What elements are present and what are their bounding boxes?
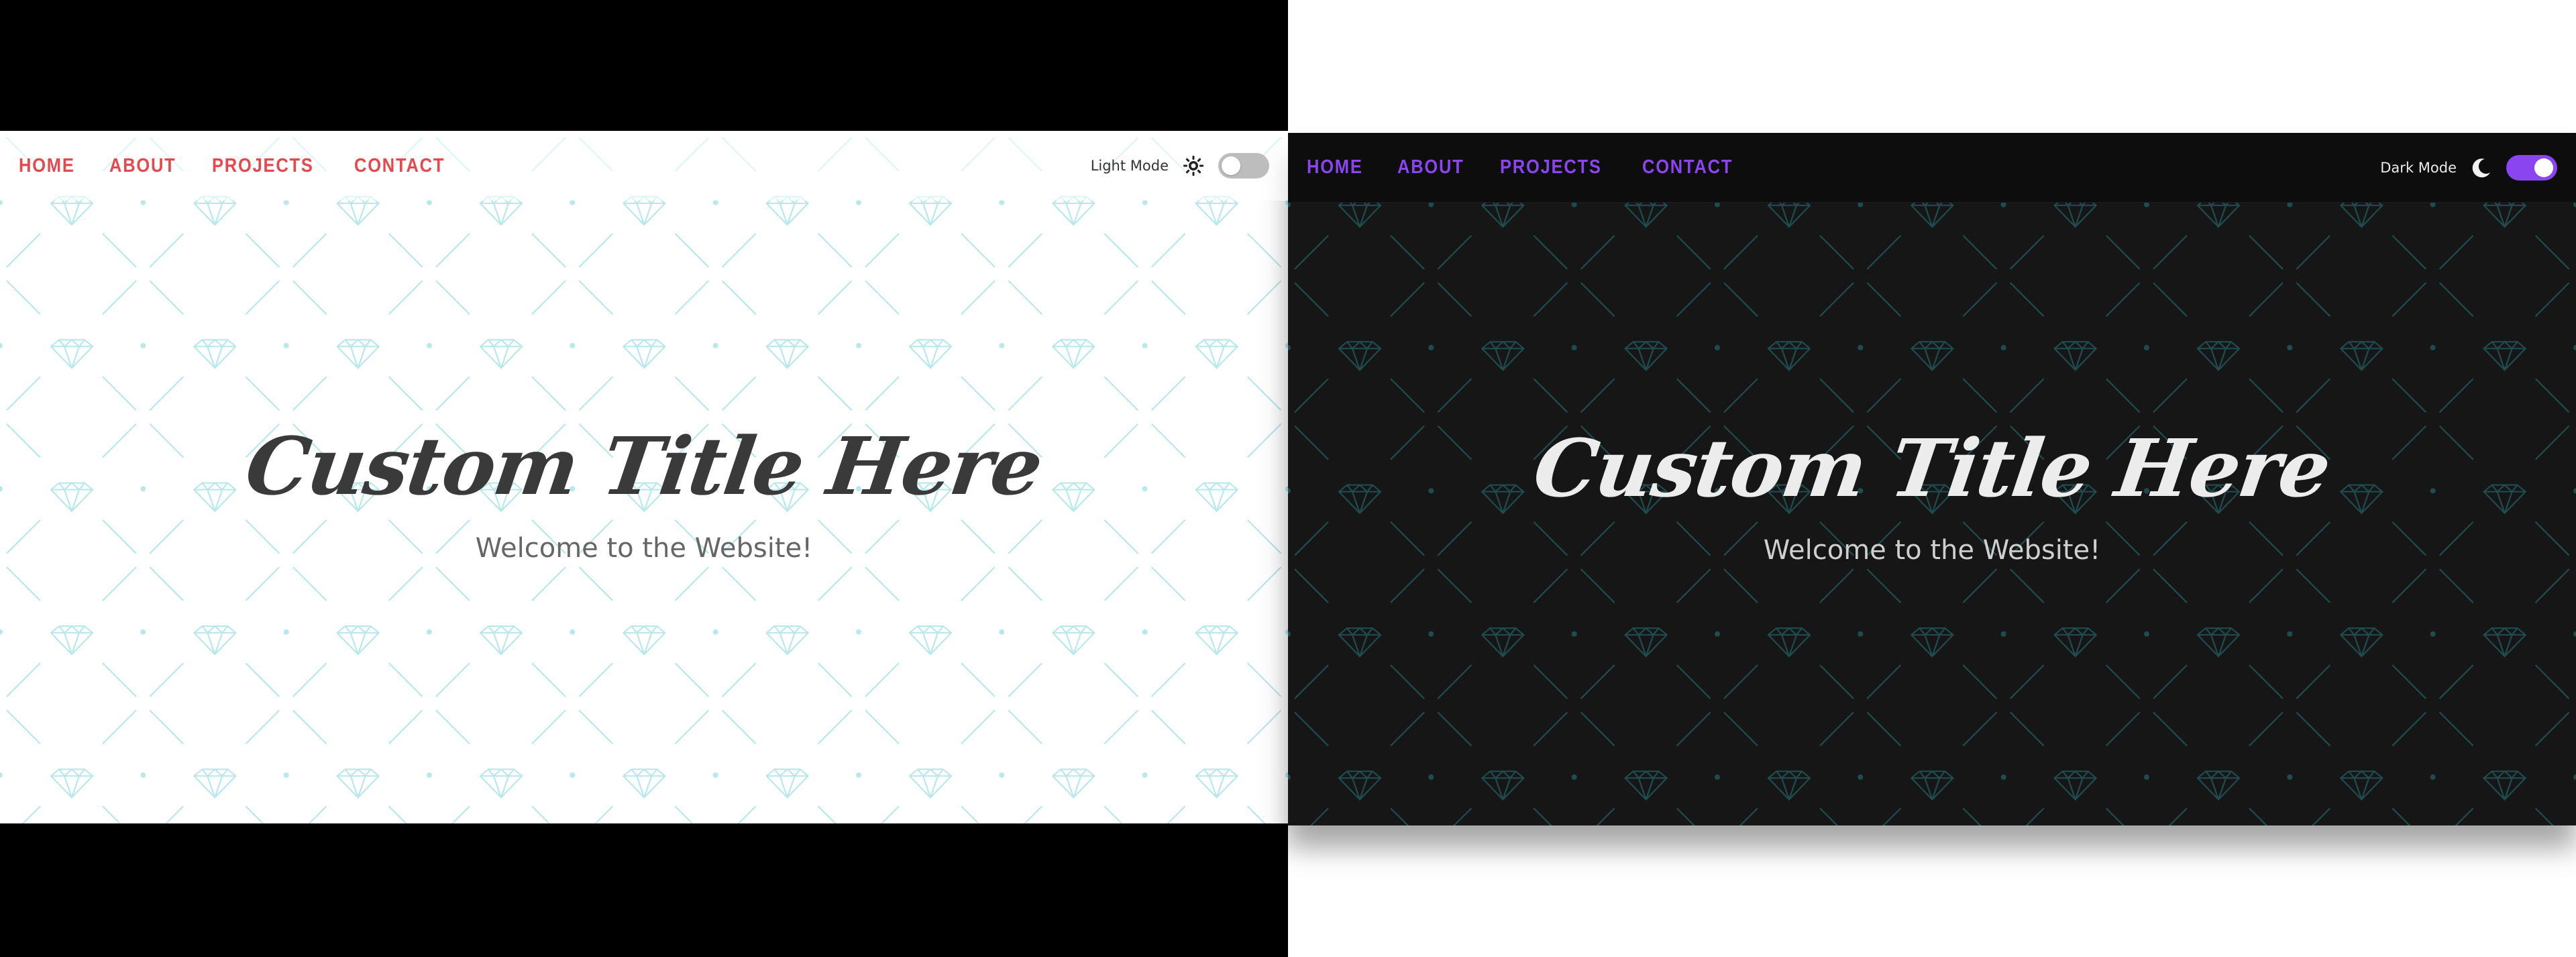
- theme-switcher: Light Mode: [1091, 153, 1269, 179]
- light-mode-screenshot: HOME ABOUT PROJECTS CONTACT Light Mode C…: [0, 131, 1288, 823]
- toggle-knob: [1222, 156, 1240, 175]
- navbar: HOME ABOUT PROJECTS CONTACT Dark Mode: [1288, 133, 2576, 203]
- nav-link-contact[interactable]: CONTACT: [1642, 156, 1733, 179]
- sun-icon: [1182, 154, 1205, 177]
- nav-links: HOME ABOUT PROJECTS CONTACT: [1307, 156, 1746, 179]
- nav-link-about[interactable]: ABOUT: [1397, 156, 1464, 179]
- hero: Custom Title Here Welcome to the Website…: [1288, 133, 2576, 825]
- moon-icon: [2470, 156, 2493, 179]
- theme-toggle[interactable]: [1218, 153, 1269, 179]
- hero: Custom Title Here Welcome to the Website…: [0, 131, 1288, 823]
- navbar: HOME ABOUT PROJECTS CONTACT Light Mode: [0, 131, 1288, 201]
- hero-subtitle: Welcome to the Website!: [1763, 535, 2101, 566]
- dark-mode-screenshot: HOME ABOUT PROJECTS CONTACT Dark Mode Cu…: [1288, 133, 2576, 825]
- nav-link-about[interactable]: ABOUT: [109, 155, 176, 177]
- nav-link-home[interactable]: HOME: [1307, 156, 1363, 179]
- nav-link-projects[interactable]: PROJECTS: [212, 155, 314, 177]
- theme-switcher: Dark Mode: [2380, 154, 2557, 181]
- toggle-knob: [2534, 158, 2553, 177]
- hero-title: Custom Title Here: [1528, 421, 2336, 515]
- nav-link-contact[interactable]: CONTACT: [354, 155, 445, 177]
- theme-toggle[interactable]: [2506, 154, 2557, 181]
- hero-subtitle: Welcome to the Website!: [475, 533, 813, 564]
- theme-label: Light Mode: [1090, 158, 1169, 174]
- nav-link-projects[interactable]: PROJECTS: [1500, 156, 1602, 179]
- theme-label: Dark Mode: [2380, 159, 2457, 176]
- nav-link-home[interactable]: HOME: [19, 155, 75, 177]
- hero-title: Custom Title Here: [240, 419, 1048, 513]
- nav-links: HOME ABOUT PROJECTS CONTACT: [19, 155, 458, 177]
